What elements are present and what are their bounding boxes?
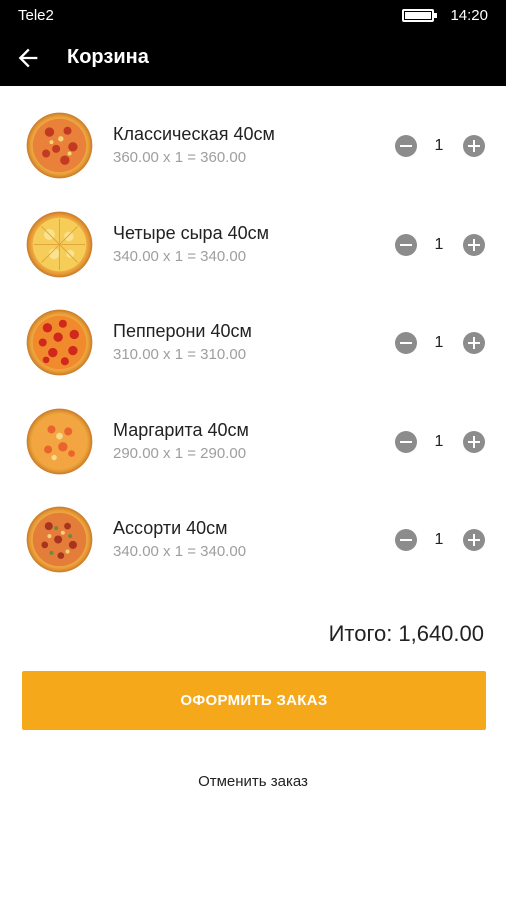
carrier-label: Tele2 [18, 7, 54, 24]
item-price: 290.00 x 1 = 290.00 [113, 444, 247, 462]
cart-list: Классическая 40см 360.00 x 1 = 360.00 1 … [0, 96, 506, 589]
item-name: Пепперони 40см [113, 321, 252, 341]
item-quantity: 1 [434, 137, 444, 154]
cancel-order-button[interactable]: Отменить заказ [0, 773, 506, 790]
item-quantity: 1 [434, 432, 444, 450]
increase-quantity-button[interactable] [463, 529, 485, 551]
item-price: 340.00 x 1 = 340.00 [113, 543, 247, 560]
arrow-back-icon[interactable] [14, 44, 42, 72]
item-name: Ассорти 40см [113, 518, 228, 538]
increase-quantity-button[interactable] [463, 332, 485, 354]
item-quantity: 1 [434, 334, 444, 351]
decrease-quantity-button[interactable] [395, 430, 417, 453]
increase-quantity-button[interactable] [463, 233, 485, 256]
item-name: Классическая 40см [113, 124, 275, 144]
pizza-classic-icon [26, 112, 93, 179]
item-quantity: 1 [434, 235, 444, 253]
total-label: Итого: [328, 621, 393, 646]
increase-quantity-button[interactable] [463, 430, 485, 453]
item-price: 310.00 x 1 = 310.00 [113, 346, 247, 363]
pizza-margherita-icon [26, 408, 93, 474]
battery-icon [402, 9, 437, 22]
status-bar: Tele2 14:20 [0, 0, 506, 30]
cart-item: Ассорти 40см 340.00 x 1 = 340.00 1 [0, 490, 506, 589]
cart-item: Маргарита 40см 290.00 x 1 = 290.00 1 [0, 392, 506, 491]
total-value: 1,640.00 [398, 621, 484, 646]
decrease-quantity-button[interactable] [395, 332, 417, 354]
cart-item: Пепперони 40см 310.00 x 1 = 310.00 1 [0, 293, 506, 392]
item-name: Четыре сыра 40см [113, 222, 269, 243]
page-title: Корзина [67, 46, 149, 68]
item-name: Маргарита 40см [113, 419, 249, 440]
decrease-quantity-button[interactable] [395, 233, 417, 256]
pizza-pepperoni-icon [26, 309, 93, 376]
checkout-button[interactable]: ОФОРМИТЬ ЗАКАЗ [22, 671, 486, 730]
decrease-quantity-button[interactable] [395, 529, 417, 551]
pizza-four-cheese-icon [26, 211, 93, 277]
decrease-quantity-button[interactable] [395, 135, 417, 157]
item-price: 340.00 x 1 = 340.00 [113, 247, 247, 265]
order-total: Итого: 1,640.00 [329, 621, 484, 647]
clock: 14:20 [450, 7, 488, 24]
cart-item: Классическая 40см 360.00 x 1 = 360.00 1 [0, 96, 506, 195]
cart-item: Четыре сыра 40см 340.00 x 1 = 340.00 1 [0, 195, 506, 294]
pizza-assorti-icon [26, 506, 93, 573]
app-bar: Корзина [0, 30, 506, 86]
item-price: 360.00 x 1 = 360.00 [113, 149, 247, 166]
increase-quantity-button[interactable] [463, 135, 485, 157]
item-quantity: 1 [434, 531, 444, 548]
